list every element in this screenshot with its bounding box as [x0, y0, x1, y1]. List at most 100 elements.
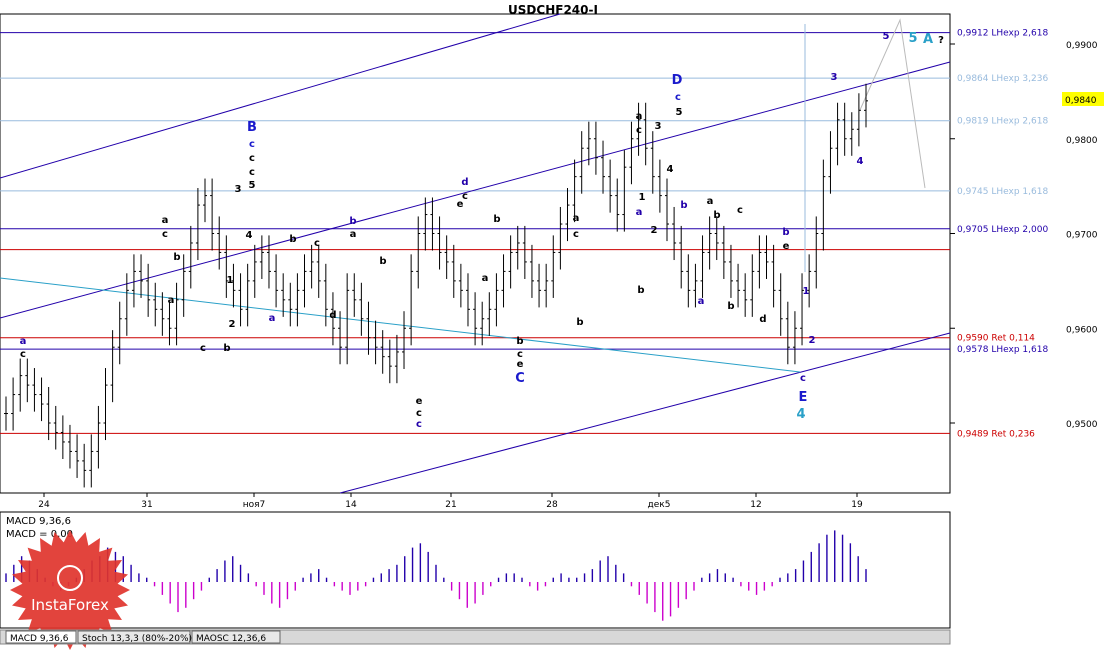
level-label: 0,9819 LHexp 2,618 — [957, 117, 1048, 127]
wave-label: b — [379, 256, 386, 267]
wave-label: c — [573, 229, 579, 240]
price-tick-label: 0,9600 — [1066, 325, 1098, 335]
watermark-text: InstaForex — [31, 596, 109, 614]
wave-label: c — [249, 153, 255, 164]
wave-label: 5 — [883, 31, 890, 42]
wave-label: b — [576, 317, 583, 328]
level-label: 0,9578 LHexp 1,618 — [957, 345, 1048, 355]
wave-label: 1 — [639, 192, 646, 203]
wave-label: e — [457, 199, 464, 210]
wave-label: a — [350, 229, 357, 240]
wave-label: c — [249, 139, 255, 150]
wave-label: 5 — [676, 107, 683, 118]
chart-root: USDCHF240-I 0,9912 LHexp 2,618 0,9864 LHe… — [0, 3, 1104, 650]
price-tick-label: 0,9900 — [1066, 41, 1098, 51]
wave-label: c — [800, 373, 806, 384]
wave-label: a — [168, 295, 175, 306]
level-label: 0,9864 LHexp 3,236 — [957, 74, 1048, 84]
level-label: 0,9745 LHexp 1,618 — [957, 187, 1048, 197]
last-price-label: 0,9840 — [1065, 96, 1097, 106]
price-tick-label: 0,9700 — [1066, 231, 1098, 241]
wave-label: 2 — [809, 335, 816, 346]
level-label: 0,9489 Ret 0,236 — [957, 429, 1035, 439]
wave-label: b — [493, 214, 500, 225]
wave-label: 3 — [831, 72, 838, 83]
wave-label: 1 — [803, 286, 810, 297]
wave-label: e — [517, 359, 524, 370]
wave-label: 5 — [908, 31, 917, 46]
time-tick-label: 21 — [445, 500, 456, 510]
wave-label: c — [249, 167, 255, 178]
indicator-tab-label: Stoch 13,3,3 (80%-20%) — [82, 634, 192, 644]
wave-label: b — [727, 301, 734, 312]
wave-label: b — [516, 336, 523, 347]
level-label: 0,9912 LHexp 2,618 — [957, 29, 1048, 39]
wave-label: A — [923, 32, 933, 47]
wave-label: b — [223, 343, 230, 354]
time-tick-label: 24 — [38, 500, 50, 510]
wave-label: a — [20, 336, 27, 347]
indicator-name: MACD 9,36,6 — [6, 516, 71, 527]
wave-label: b — [782, 227, 789, 238]
wave-label: a — [482, 273, 489, 284]
wave-label: a — [269, 313, 276, 324]
indicator-value: MACD = 0,00 — [6, 529, 73, 540]
wave-label: 5 — [249, 180, 256, 191]
trend-channel-line — [0, 61, 951, 319]
indicator-tabs: MACD 9,36,6 Stoch 13,3,3 (80%-20%) MAOSC 1… — [5, 630, 281, 644]
wave-label: 3 — [655, 121, 662, 132]
wave-label: E — [799, 390, 808, 405]
wave-label: ? — [938, 35, 944, 46]
wave-label: 4 — [796, 407, 805, 422]
wave-label: c — [737, 205, 743, 216]
price-tick-label: 0,9800 — [1066, 136, 1098, 146]
price-bars — [4, 83, 868, 488]
wave-label: 4 — [667, 164, 674, 175]
wave-label: a — [698, 296, 705, 307]
time-tick-label: 14 — [345, 500, 357, 510]
wave-label: D — [672, 73, 683, 88]
level-label: 0,9590 Ret 0,114 — [957, 334, 1035, 344]
wave-label: c — [636, 125, 642, 136]
wave-label: 1 — [227, 275, 234, 286]
wave-label: e — [783, 241, 790, 252]
wave-label: 2 — [229, 319, 236, 330]
wave-label: e — [416, 396, 423, 407]
wave-label: a — [707, 196, 714, 207]
wave-label: 4 — [857, 156, 864, 167]
wave-label: d — [461, 177, 468, 188]
wave-label: c — [675, 92, 681, 103]
wave-label: d — [759, 314, 766, 325]
wave-label: B — [247, 120, 257, 135]
wave-label: c — [20, 349, 26, 360]
wave-label: b — [637, 285, 644, 296]
time-tick-label: дек5 — [648, 500, 671, 510]
wave-label: b — [173, 252, 180, 263]
main-panel-frame — [0, 13, 951, 494]
wave-label: a — [162, 215, 169, 226]
time-axis: 24 31 ноя7 14 21 28 дек5 12 19 — [38, 493, 863, 510]
trend-channel-line — [339, 332, 951, 494]
wave-label: c — [200, 343, 206, 354]
wave-label: b — [680, 200, 687, 211]
wave-label: 3 — [235, 184, 242, 195]
indicator-tab-label: MAOSC 12,36,6 — [196, 634, 266, 644]
indicator-panel-frame — [0, 511, 951, 629]
wave-label: a — [636, 207, 643, 218]
level-label: 0,9705 LHexp 2,000 — [957, 225, 1048, 235]
trend-channel-line — [0, 13, 561, 179]
price-tick-label: 0,9500 — [1066, 420, 1098, 430]
time-tick-label: ноя7 — [243, 500, 266, 510]
wave-label: c — [162, 229, 168, 240]
indicator-tab-label: MACD 9,36,6 — [10, 634, 69, 644]
trend-lines — [0, 13, 951, 494]
wave-label: c — [416, 419, 422, 430]
time-tick-label: 28 — [546, 500, 558, 510]
time-tick-label: 19 — [851, 500, 863, 510]
macd-histogram — [5, 530, 867, 621]
wave-label: b — [349, 216, 356, 227]
wave-label: 4 — [246, 230, 253, 241]
wave-label: b — [713, 210, 720, 221]
chart-title: USDCHF240-I — [508, 3, 598, 17]
wave-label: d — [329, 310, 336, 321]
